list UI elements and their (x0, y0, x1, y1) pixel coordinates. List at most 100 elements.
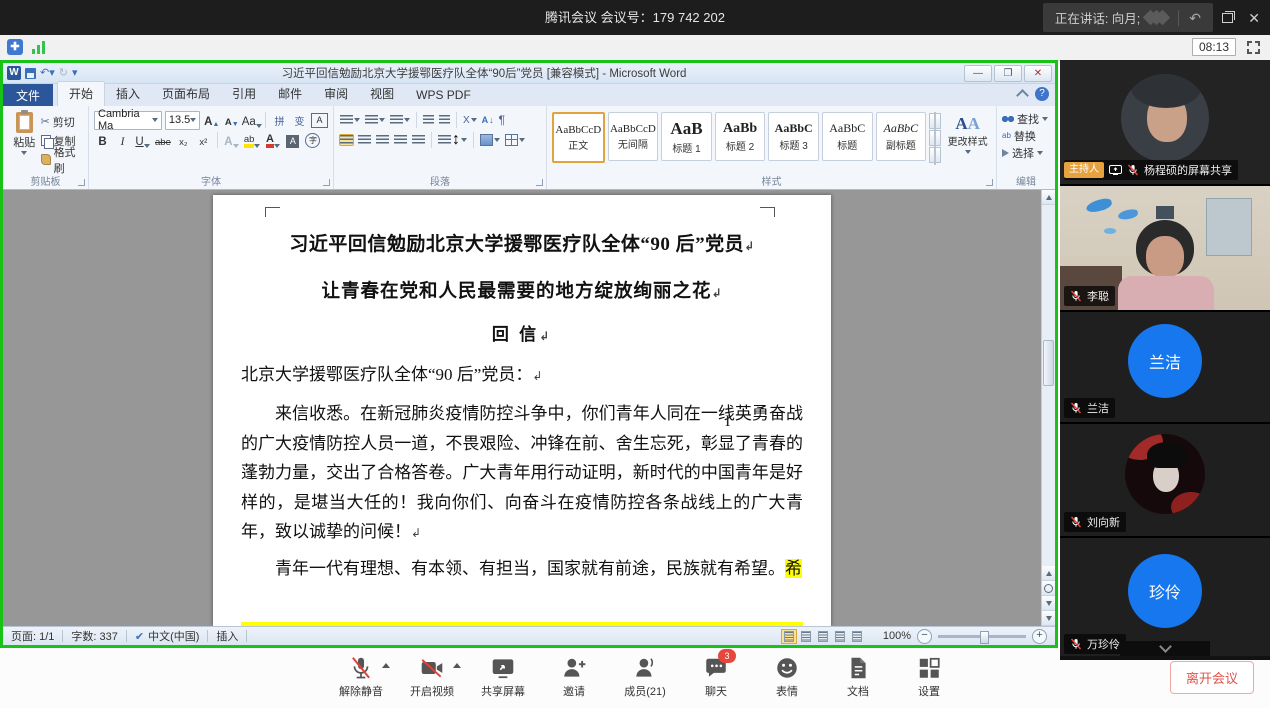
sort-button[interactable]: A↓ (481, 114, 495, 126)
character-shading-button[interactable]: A (284, 132, 301, 148)
font-size-combo[interactable]: 13.5 (165, 111, 200, 130)
invite-button[interactable]: 邀请 (548, 655, 600, 699)
scroll-up-icon[interactable] (1042, 190, 1055, 205)
chat-button[interactable]: 3 聊天 (690, 655, 742, 699)
participant-tile[interactable]: 兰洁 兰洁 (1060, 312, 1270, 424)
style-no-spacing[interactable]: AaBbCcD 无间隔 (608, 112, 659, 161)
help-icon[interactable]: ? (1035, 87, 1049, 101)
word-count[interactable]: 字数: 337 (63, 628, 125, 644)
grow-font-button[interactable]: A▲ (203, 112, 220, 128)
leave-meeting-button[interactable]: 离开会议 (1170, 661, 1254, 694)
participant-tile[interactable]: 刘向新 (1060, 424, 1270, 538)
sidebar-collapse-button[interactable] (1120, 641, 1210, 656)
zoom-slider-thumb[interactable] (980, 631, 989, 644)
zoom-out-icon[interactable]: − (917, 629, 932, 644)
members-button[interactable]: 成员(21) (619, 655, 671, 699)
docs-button[interactable]: 文档 (832, 655, 884, 699)
clipboard-dialog-launcher[interactable] (78, 179, 85, 186)
shading-button[interactable] (479, 133, 501, 147)
unmute-button[interactable]: 解除静音 (335, 655, 387, 699)
tab-file[interactable]: 文件 (3, 84, 53, 106)
mic-options-caret[interactable] (382, 663, 390, 668)
borders-button[interactable] (504, 133, 526, 147)
text-effects-button[interactable]: A (223, 132, 240, 148)
tab-review[interactable]: 审阅 (313, 82, 359, 106)
find-button[interactable]: 查找 (1002, 110, 1050, 127)
decrease-indent-icon[interactable] (422, 114, 435, 126)
multilevel-list-button[interactable] (389, 114, 411, 126)
format-painter-button[interactable]: 格式刷 (41, 151, 83, 168)
minimize-ribbon-icon[interactable] (1016, 89, 1029, 102)
line-spacing-button[interactable]: ↕ (437, 130, 468, 150)
distribute-button[interactable] (411, 134, 426, 146)
emoji-button[interactable]: 表情 (761, 655, 813, 699)
subscript-button[interactable]: x₂ (175, 132, 192, 148)
reply-icon[interactable]: ↶ (1189, 11, 1201, 25)
font-color-button[interactable]: A (264, 132, 281, 148)
zoom-slider[interactable] (938, 635, 1026, 638)
tab-view[interactable]: 视图 (359, 82, 405, 106)
participant-tile-video[interactable]: 李聪 (1060, 186, 1270, 312)
reading-view-icon[interactable] (798, 629, 814, 644)
styles-dialog-launcher[interactable] (986, 179, 993, 186)
participant-tile-host[interactable]: 主持人 杨程硕的屏幕共享 (1060, 60, 1270, 186)
tab-references[interactable]: 引用 (221, 82, 267, 106)
strikethrough-button[interactable]: abe (154, 132, 172, 148)
document-page[interactable]: 习近平回信勉励北京大学援鄂医疗队全体“90 后”党员↲ 让青春在党和人民最需要的… (213, 195, 831, 626)
highlight-button[interactable]: ab (243, 132, 262, 148)
word-restore-icon[interactable]: ❐ (994, 65, 1022, 82)
styles-gallery-scroll[interactable] (929, 113, 941, 163)
zoom-level[interactable]: 100% (883, 630, 911, 642)
word-minimize-icon[interactable]: — (964, 65, 992, 82)
tab-page-layout[interactable]: 页面布局 (151, 82, 221, 106)
underline-button[interactable]: U (134, 132, 151, 148)
show-marks-button[interactable]: ¶ (498, 112, 506, 128)
change-case-button[interactable]: Aa (243, 112, 260, 128)
replace-button[interactable]: ab替换 (1002, 127, 1050, 144)
character-border-icon[interactable]: A (311, 113, 328, 128)
change-styles-button[interactable]: AA 更改样式 (944, 112, 991, 154)
video-options-caret[interactable] (453, 663, 461, 668)
cut-button[interactable]: ✂剪切 (41, 113, 83, 130)
shield-icon[interactable]: ✚ (7, 39, 23, 55)
phonetic-guide-icon[interactable]: 拼 (271, 112, 288, 128)
fullscreen-icon[interactable] (1247, 41, 1260, 54)
document-scrollbar[interactable] (1041, 190, 1055, 626)
next-page-icon[interactable] (1042, 596, 1055, 611)
start-video-button[interactable]: 开启视频 (406, 655, 458, 699)
word-close-icon[interactable]: ✕ (1024, 65, 1052, 82)
style-heading1[interactable]: AaB 标题 1 (661, 112, 712, 161)
style-title[interactable]: AaBbC 标题 (822, 112, 873, 161)
outline-view-icon[interactable] (832, 629, 848, 644)
font-dialog-launcher[interactable] (323, 179, 330, 186)
zoom-in-icon[interactable]: + (1032, 629, 1047, 644)
style-heading3[interactable]: AaBbC 标题 3 (768, 112, 819, 161)
restore-icon[interactable] (1222, 13, 1233, 23)
enclose-character-button[interactable]: 字 (304, 132, 321, 148)
close-icon[interactable]: ✕ (1248, 11, 1260, 25)
style-heading2[interactable]: AaBb 标题 2 (715, 112, 766, 161)
font-name-combo[interactable]: Cambria Ma (94, 111, 162, 130)
share-screen-button[interactable]: 共享屏幕 (477, 655, 529, 699)
scrollbar-thumb[interactable] (1043, 340, 1054, 386)
insert-mode[interactable]: 插入 (208, 628, 246, 644)
increase-indent-icon[interactable] (438, 114, 451, 126)
settings-button[interactable]: 设置 (903, 655, 955, 699)
italic-button[interactable]: I (114, 132, 131, 148)
paste-button[interactable]: 粘贴 (8, 110, 41, 174)
align-left-button[interactable] (339, 134, 354, 146)
web-layout-view-icon[interactable] (815, 629, 831, 644)
scroll-down-icon[interactable] (1042, 611, 1055, 626)
superscript-button[interactable]: x² (195, 132, 212, 148)
style-normal[interactable]: AaBbCcD 正文 (552, 112, 605, 163)
draft-view-icon[interactable] (849, 629, 865, 644)
spellcheck-status[interactable]: ✔中文(中国) (127, 628, 208, 644)
enclose-characters-icon[interactable]: 变 (291, 112, 308, 128)
previous-page-icon[interactable] (1042, 566, 1055, 581)
align-right-button[interactable] (375, 134, 390, 146)
asian-layout-button[interactable]: X (462, 114, 478, 127)
tab-mailings[interactable]: 邮件 (267, 82, 313, 106)
style-subtitle[interactable]: AaBbC 副标题 (876, 112, 927, 161)
signal-icon[interactable] (32, 41, 45, 54)
tab-home[interactable]: 开始 (57, 81, 105, 106)
